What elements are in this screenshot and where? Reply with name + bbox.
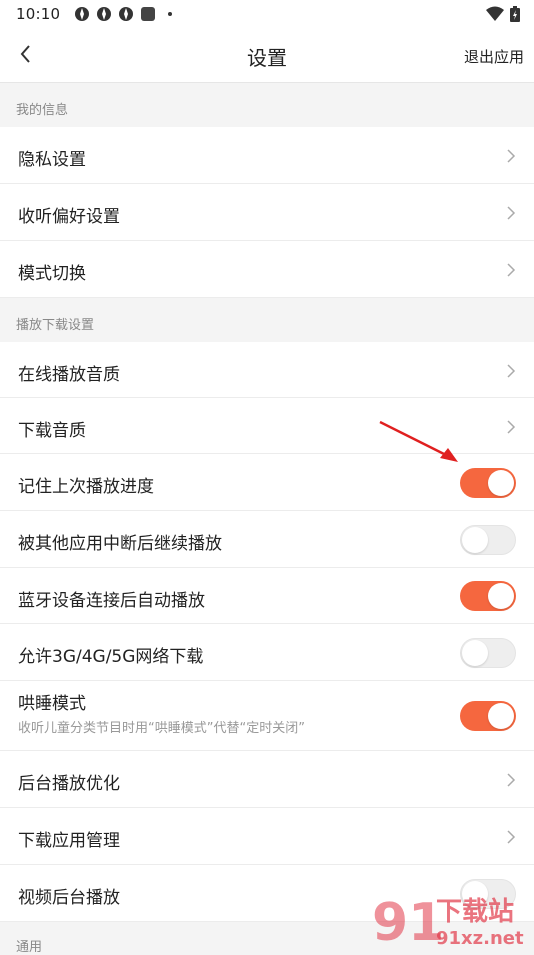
row-label: 收听偏好设置 xyxy=(18,207,120,227)
row-label: 视频后台播放 xyxy=(18,888,120,908)
row-label: 模式切换 xyxy=(18,264,86,284)
status-notification-icons xyxy=(74,6,173,22)
section-header-my-info: 我的信息 xyxy=(0,83,534,127)
app-notification-icon xyxy=(119,7,134,21)
online-playback-quality-row[interactable]: 在线播放音质 xyxy=(0,342,534,398)
row-sublabel: 收听儿童分类节目时用“哄睡模式”代替“定时关闭” xyxy=(18,721,305,736)
status-bar: 10:10 xyxy=(0,0,534,28)
status-time: 10:10 xyxy=(16,5,61,23)
toggle-knob xyxy=(462,640,488,666)
row-label: 隐私设置 xyxy=(18,150,86,170)
toggle-knob xyxy=(462,527,488,553)
watermark-logo: 91 下载站 91xz.net xyxy=(372,893,524,953)
section-title: 播放下载设置 xyxy=(16,318,95,333)
toggle-knob xyxy=(488,470,514,496)
chevron-right-icon xyxy=(507,206,516,220)
row-label: 记住上次播放进度 xyxy=(18,477,154,497)
section-header-playback-download: 播放下载设置 xyxy=(0,298,534,342)
page-title: 设置 xyxy=(247,46,287,70)
mobile-network-download-row: 允许3G/4G/5G网络下载 xyxy=(0,624,534,681)
status-right-icons xyxy=(486,6,520,22)
bluetooth-autoplay-row: 蓝牙设备连接后自动播放 xyxy=(0,568,534,624)
resume-after-interrupt-row: 被其他应用中断后继续播放 xyxy=(0,511,534,568)
row-label: 蓝牙设备连接后自动播放 xyxy=(18,591,205,611)
toggle-knob xyxy=(488,583,514,609)
row-label: 在线播放音质 xyxy=(18,365,120,385)
mode-switch-row[interactable]: 模式切换 xyxy=(0,241,534,298)
chevron-right-icon xyxy=(507,773,516,787)
watermark: 91 下载站 91xz.net xyxy=(364,886,534,953)
sleep-mode-toggle[interactable] xyxy=(460,701,516,731)
listening-preference-row[interactable]: 收听偏好设置 xyxy=(0,184,534,241)
bluetooth-autoplay-toggle[interactable] xyxy=(460,581,516,611)
resume-after-interrupt-toggle[interactable] xyxy=(460,525,516,555)
annotation-arrow xyxy=(379,420,458,462)
background-playback-optimize-row[interactable]: 后台播放优化 xyxy=(0,751,534,808)
section-title: 我的信息 xyxy=(16,103,69,118)
square-app-icon xyxy=(141,7,156,21)
row-label: 后台播放优化 xyxy=(18,774,120,794)
toggle-knob xyxy=(488,703,514,729)
mobile-network-download-toggle[interactable] xyxy=(460,638,516,668)
row-label: 下载音质 xyxy=(18,421,86,441)
app-notification-icon xyxy=(75,7,90,21)
privacy-settings-row[interactable]: 隐私设置 xyxy=(0,127,534,184)
svg-text:91: 91 xyxy=(372,893,444,950)
wifi-icon xyxy=(486,6,504,21)
chevron-right-icon xyxy=(507,420,516,434)
chevron-right-icon xyxy=(507,149,516,163)
exit-app-button[interactable]: 退出应用 xyxy=(464,46,524,67)
row-label: 允许3G/4G/5G网络下载 xyxy=(18,647,204,667)
app-notification-icon xyxy=(97,7,112,21)
row-label: 被其他应用中断后继续播放 xyxy=(18,534,222,554)
chevron-right-icon xyxy=(507,263,516,277)
row-label: 下载应用管理 xyxy=(18,831,120,851)
remember-progress-toggle[interactable] xyxy=(460,468,516,498)
battery-icon xyxy=(510,6,520,22)
watermark-text: 下载站 xyxy=(436,897,514,927)
section-title: 通用 xyxy=(16,940,43,955)
download-app-manage-row[interactable]: 下载应用管理 xyxy=(0,808,534,865)
title-bar: 设置 退出应用 xyxy=(0,28,534,83)
row-label: 哄睡模式 xyxy=(18,694,86,714)
watermark-url: 91xz.net xyxy=(436,928,524,949)
sleep-mode-row: 哄睡模式 收听儿童分类节目时用“哄睡模式”代替“定时关闭” xyxy=(0,681,534,751)
chevron-right-icon xyxy=(507,364,516,378)
dot-icon xyxy=(168,12,173,16)
chevron-right-icon xyxy=(507,830,516,844)
